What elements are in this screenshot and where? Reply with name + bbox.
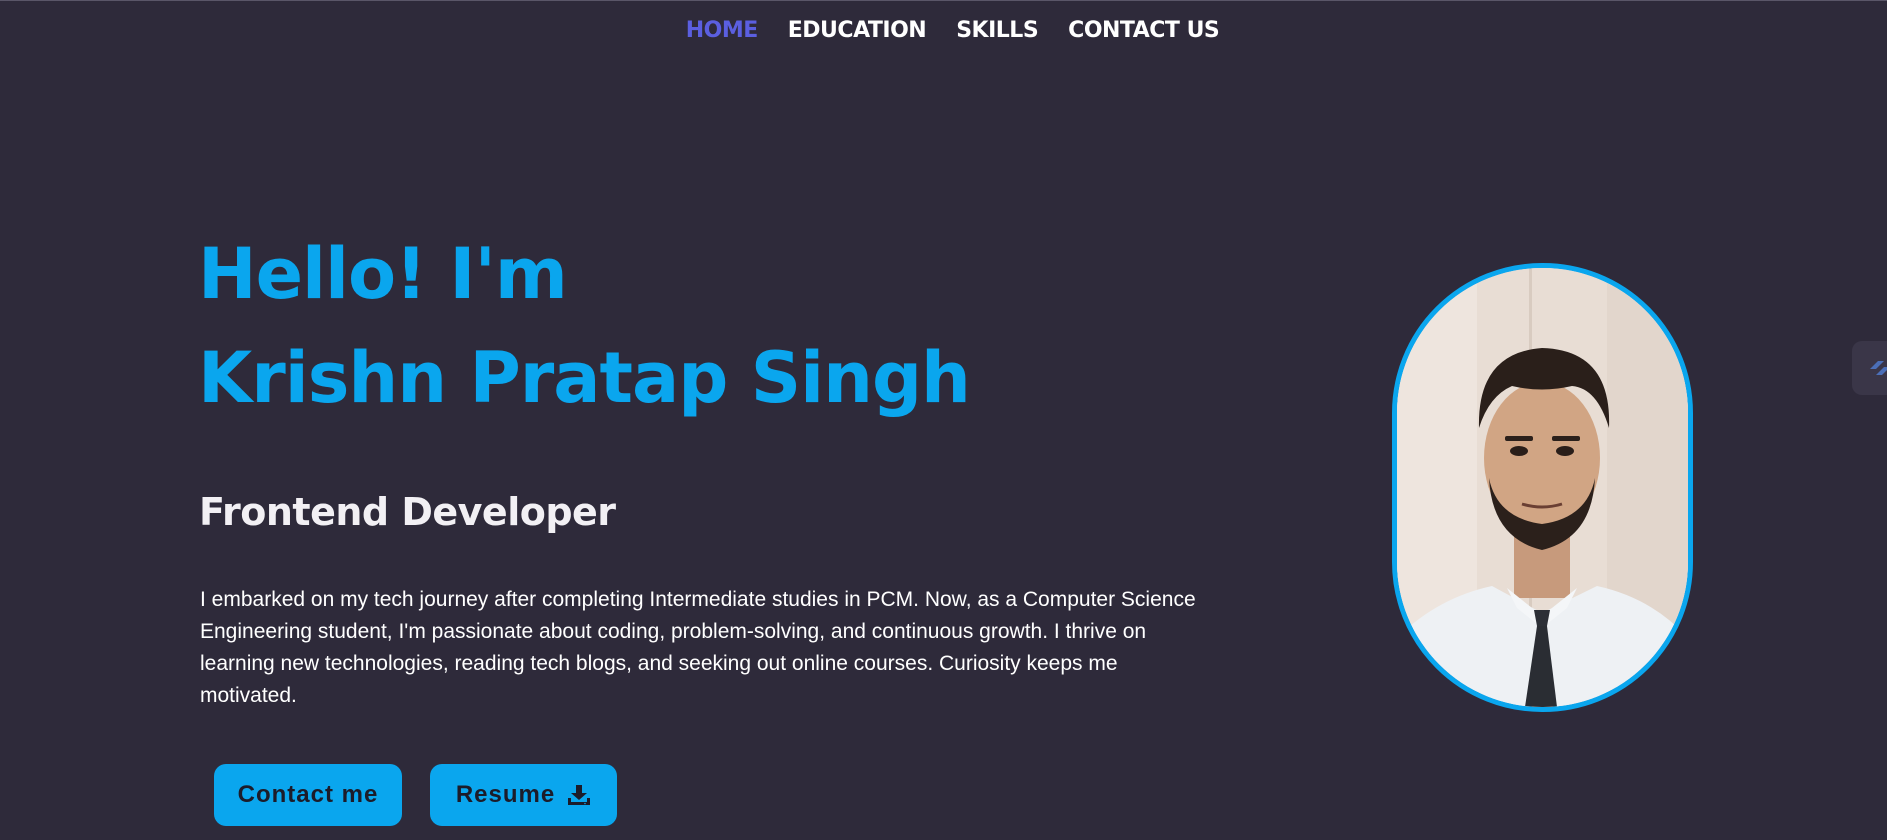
contact-me-button[interactable]: Contact me	[214, 764, 402, 826]
nav-education[interactable]: EDUCATION	[788, 18, 927, 43]
top-border	[0, 0, 1887, 1]
extension-icon	[1866, 355, 1887, 385]
profile-photo-illustration	[1397, 268, 1688, 707]
role-title: Frontend Developer	[199, 490, 616, 534]
name-text: Krishn Pratap Singh	[198, 337, 971, 419]
profile-photo	[1392, 263, 1693, 712]
nav-contact-us[interactable]: CONTACT US	[1068, 18, 1220, 43]
download-icon	[567, 784, 591, 806]
resume-label: Resume	[455, 781, 556, 808]
resume-button[interactable]: Resume	[430, 764, 617, 826]
contact-me-label: Contact me	[237, 781, 379, 808]
side-widget-tab[interactable]	[1852, 341, 1887, 395]
nav-links: HOME EDUCATION SKILLS CONTACT US	[686, 18, 1220, 43]
hero-heading: Hello! I'm Krishn Pratap Singh	[198, 222, 971, 430]
nav-home[interactable]: HOME	[686, 18, 759, 43]
greeting-text: Hello! I'm	[198, 233, 568, 315]
top-nav: HOME EDUCATION SKILLS CONTACT US	[0, 18, 1887, 43]
nav-skills[interactable]: SKILLS	[956, 18, 1038, 43]
bio-paragraph: I embarked on my tech journey after comp…	[200, 588, 1196, 707]
